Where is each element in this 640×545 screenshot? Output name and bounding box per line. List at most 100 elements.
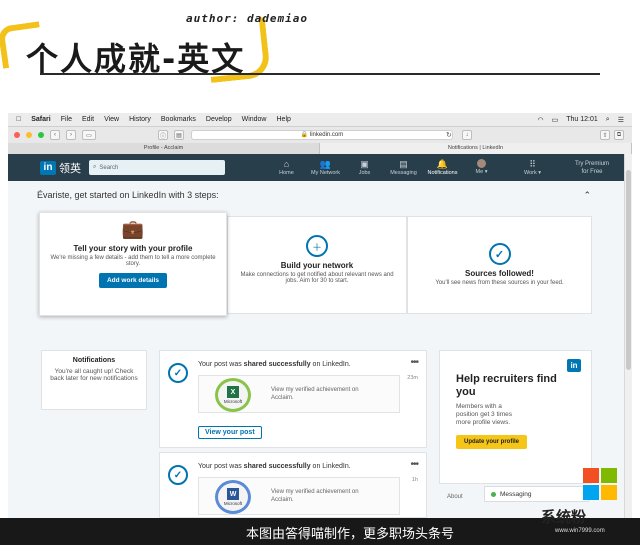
- nav-notifications[interactable]: 🔔 Notifications: [423, 159, 462, 176]
- tab-notifications-linkedin[interactable]: Notifications | LinkedIn: [320, 143, 632, 154]
- window-minimize-icon[interactable]: [26, 132, 32, 138]
- forward-button[interactable]: ›: [66, 130, 76, 140]
- nav-home[interactable]: ⌂ Home: [267, 159, 306, 176]
- card-title: Tell your story with your profile: [73, 244, 193, 253]
- download-button[interactable]: ↓: [462, 130, 472, 140]
- onboarding-card-sources: ✓ Sources followed! You'll see news from…: [407, 216, 592, 314]
- update-profile-button[interactable]: Update your profile: [456, 435, 528, 449]
- scrollbar-thumb[interactable]: [626, 170, 631, 370]
- menu-history[interactable]: History: [129, 116, 151, 123]
- online-status-icon: [491, 491, 496, 497]
- bell-icon: 🔔: [436, 159, 449, 169]
- reload-icon[interactable]: ↻: [446, 131, 452, 139]
- menu-edit[interactable]: Edit: [82, 116, 94, 123]
- menu-help[interactable]: Help: [277, 116, 291, 123]
- linkedin-logo-text[interactable]: 领英: [59, 160, 81, 176]
- linkedin-logo: in: [567, 359, 581, 372]
- search-icon: ⌕: [93, 164, 97, 170]
- tabs-overview-button[interactable]: ⧉: [614, 130, 624, 140]
- url-text: linkedin.com: [309, 132, 344, 138]
- notification-item[interactable]: ✓ Your post was shared successfully on L…: [159, 350, 427, 448]
- nav-jobs[interactable]: ▣ Jobs: [345, 159, 384, 176]
- menu-view[interactable]: View: [104, 116, 119, 123]
- messaging-label: Messaging: [500, 490, 532, 498]
- collapse-icon[interactable]: ⌃: [583, 190, 591, 201]
- menu-file[interactable]: File: [61, 116, 72, 123]
- divider: [40, 73, 600, 75]
- network-icon: 👥: [319, 159, 332, 169]
- nav-work[interactable]: ⠿ Work ▾: [513, 159, 552, 176]
- card-text: Make connections to get notified about r…: [240, 272, 394, 284]
- card-title: Build your network: [280, 261, 354, 270]
- messaging-dock[interactable]: Messaging: [484, 486, 589, 502]
- footer-about-link[interactable]: About: [447, 494, 463, 500]
- tab-profile-acclaim[interactable]: Profile - Acclaim: [8, 143, 320, 154]
- back-button[interactable]: ‹: [50, 130, 60, 140]
- jobs-icon: ▣: [360, 159, 369, 169]
- view-your-post-button[interactable]: View your post: [198, 426, 262, 439]
- address-bar[interactable]: 🔒 linkedin.com: [191, 130, 453, 140]
- menu-list-icon[interactable]: ☰: [618, 116, 624, 124]
- tab-bar: Profile - Acclaim Notifications | Linked…: [8, 143, 632, 154]
- shared-post-preview[interactable]: X Microsoft View my verified achievement…: [198, 375, 400, 413]
- linkedin-logo[interactable]: in: [40, 160, 56, 175]
- window-close-icon[interactable]: [14, 132, 20, 138]
- menu-develop[interactable]: Develop: [206, 116, 232, 123]
- word-badge: W Microsoft: [215, 480, 251, 514]
- card-title: Sources followed!: [465, 269, 534, 278]
- reader-button[interactable]: ▤: [174, 130, 184, 140]
- promo-title: Help recruiters find you: [456, 373, 557, 398]
- post-preview-text: View my verified achievement on Acclaim.: [271, 489, 359, 503]
- notification-message: Your post was shared successfully on Lin…: [198, 361, 351, 368]
- grid-icon: ⠿: [529, 159, 536, 169]
- nav-my-network[interactable]: 👥 My Network: [306, 159, 345, 176]
- battery-icon[interactable]: ▭: [552, 116, 559, 124]
- shared-post-preview[interactable]: W Microsoft View my verified achievement…: [198, 477, 400, 515]
- onboarding-panel: Évariste, get started on LinkedIn with 3…: [37, 190, 597, 328]
- card-text: We're missing a few details - add them t…: [50, 255, 216, 267]
- menu-bookmarks[interactable]: Bookmarks: [161, 116, 196, 123]
- notifications-empty-text: You're all caught up! Check back later f…: [50, 368, 138, 382]
- share-button[interactable]: ⇧: [600, 130, 610, 140]
- excel-badge: X Microsoft: [215, 378, 251, 412]
- timestamp: 23m: [407, 375, 418, 381]
- nav-messaging[interactable]: ▤ Messaging: [384, 159, 423, 176]
- sidebar-button[interactable]: ▭: [82, 130, 96, 140]
- check-circle-icon: ✓: [488, 243, 511, 265]
- site-watermark-url: www.win7999.com: [555, 528, 605, 534]
- search-icon[interactable]: ⌕: [606, 116, 610, 124]
- notification-item[interactable]: ✓ Your post was shared successfully on L…: [159, 452, 427, 518]
- try-premium-link[interactable]: Try Premium for Free: [562, 160, 622, 176]
- menu-safari[interactable]: Safari: [31, 116, 50, 123]
- home-icon: ⌂: [283, 159, 290, 169]
- post-preview-text: View my verified achievement on Acclaim.: [271, 387, 359, 401]
- check-circle-icon: ✓: [168, 465, 188, 485]
- more-options-icon[interactable]: •••: [410, 459, 418, 470]
- avatar: [477, 159, 486, 168]
- apple-icon[interactable]: : [16, 116, 21, 123]
- onboarding-card-network: ＋ Build your network Make connections to…: [227, 216, 407, 314]
- briefcase-icon: 💼: [121, 219, 145, 239]
- excel-icon: X: [227, 386, 239, 398]
- more-options-icon[interactable]: •••: [410, 357, 418, 368]
- timestamp: 1h: [411, 477, 418, 483]
- menu-window[interactable]: Window: [242, 116, 267, 123]
- recruiter-promo-card: in Help recruiters find you Members with…: [439, 350, 592, 484]
- article-banner: author: dademiao 个人成就-英文: [0, 0, 640, 112]
- window-zoom-icon[interactable]: [38, 132, 44, 138]
- add-work-details-button[interactable]: Add work details: [98, 273, 167, 288]
- notification-message: Your post was shared successfully on Lin…: [198, 463, 351, 470]
- nav-me[interactable]: Me ▾: [462, 159, 501, 176]
- messaging-icon: ▤: [399, 159, 408, 169]
- wifi-icon[interactable]: ◠: [538, 116, 544, 124]
- search-input[interactable]: ⌕ Search: [89, 160, 225, 175]
- clock[interactable]: Thu 12:01: [566, 116, 598, 123]
- scrollbar[interactable]: [624, 154, 632, 518]
- info-button[interactable]: ⓘ: [158, 130, 168, 140]
- onboarding-card-profile: 💼 Tell your story with your profile We'r…: [39, 212, 227, 316]
- linkedin-navbar: in 领英 ⌕ Search ⌂ Home 👥 My Network ▣ Jobs ▤…: [8, 154, 624, 181]
- add-connection-icon: ＋: [306, 235, 328, 257]
- check-circle-icon: ✓: [168, 363, 188, 383]
- browser-toolbar: ‹ › ▭ ⓘ ▤ 🔒 linkedin.com ↻ ↓ ⇧ ⧉: [8, 127, 632, 143]
- onboarding-title: Évariste, get started on LinkedIn with 3…: [37, 190, 219, 200]
